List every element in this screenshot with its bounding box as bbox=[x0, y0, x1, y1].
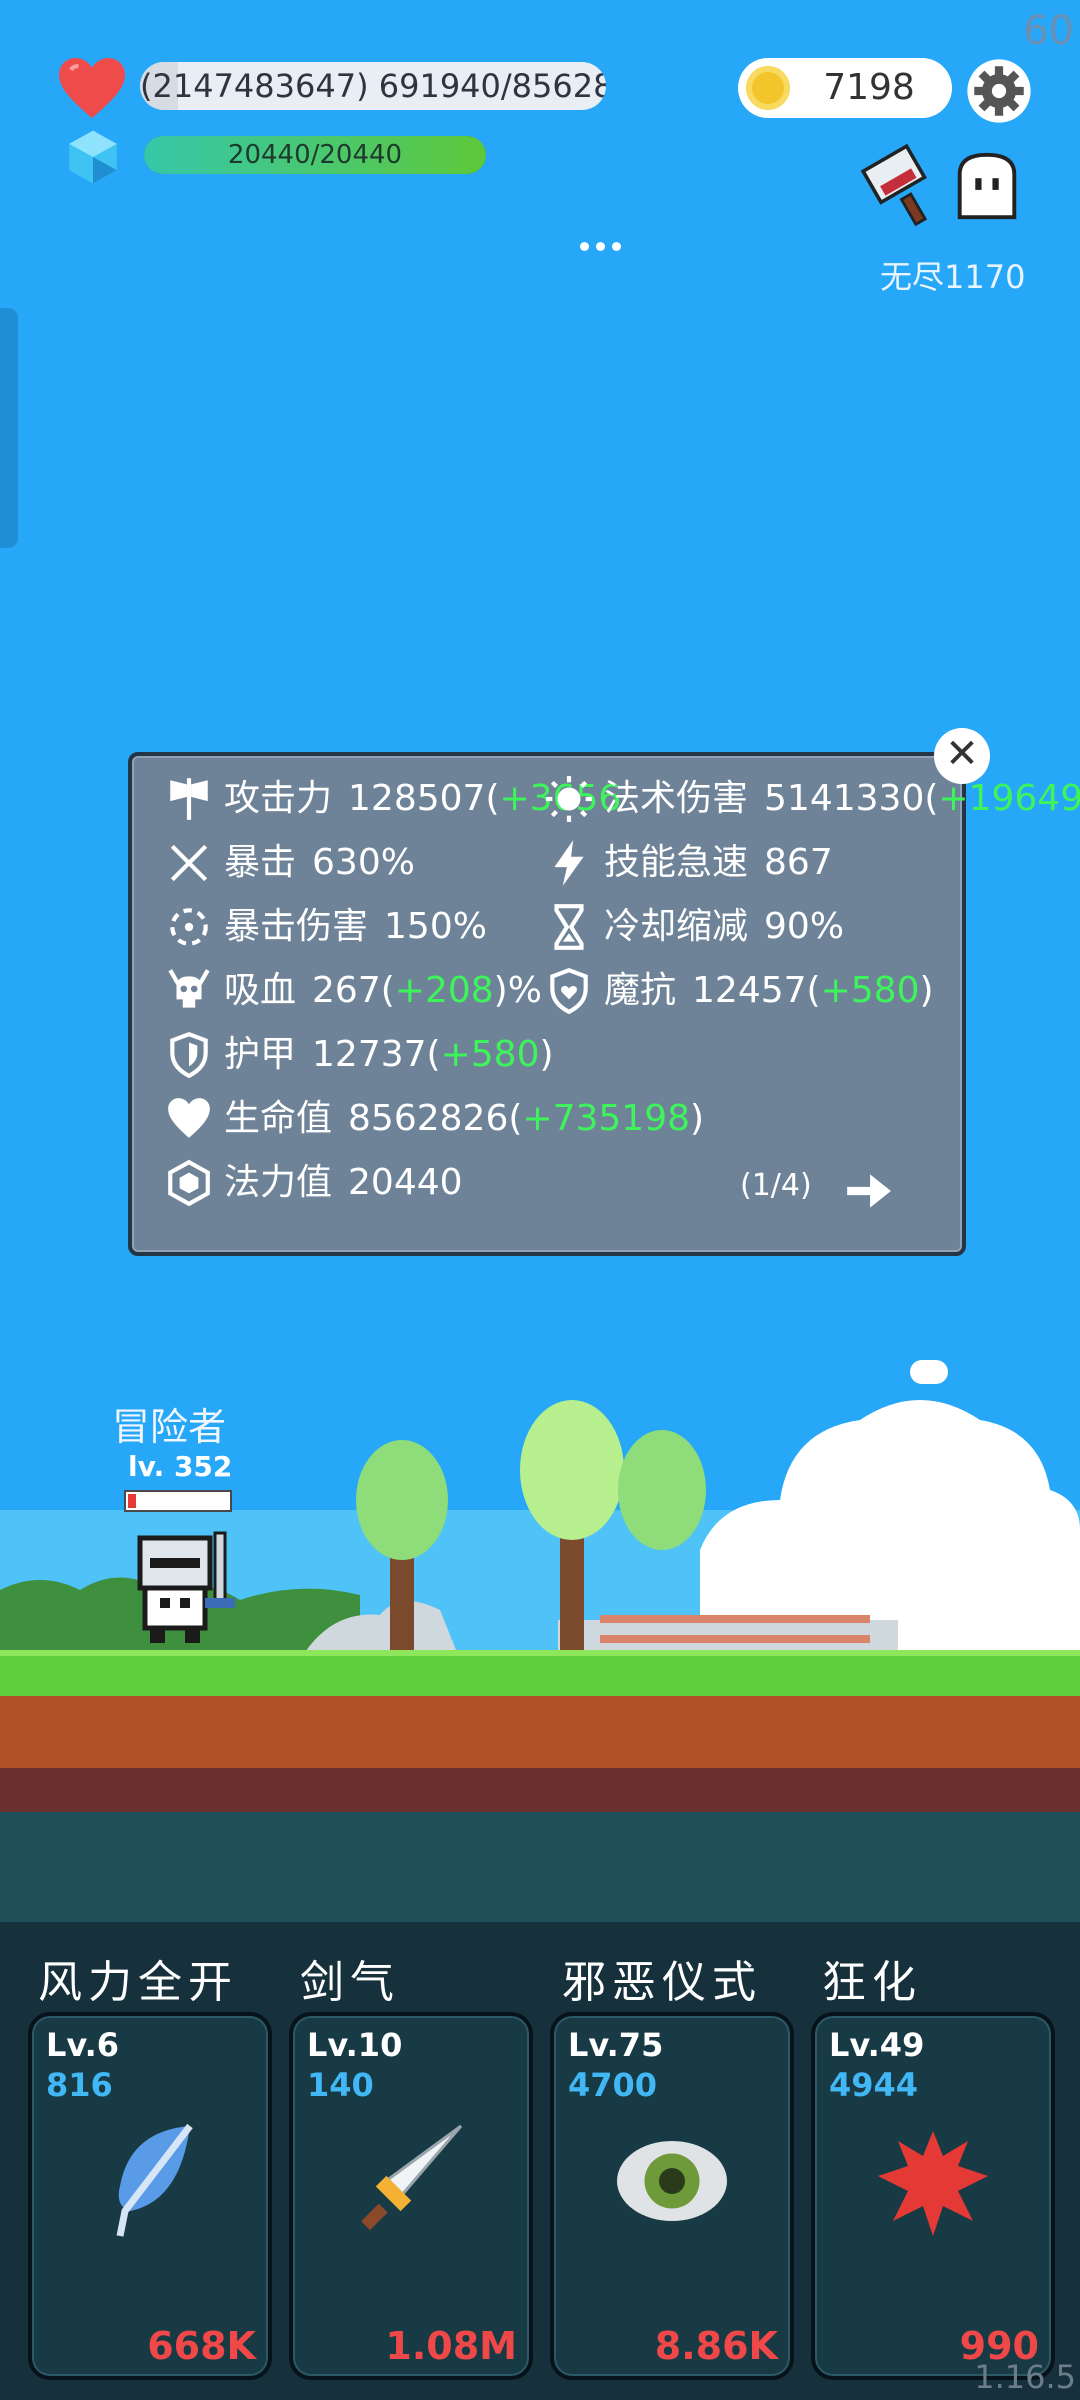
player-mp-bar: 20440/20440 bbox=[144, 136, 486, 174]
hero-hp-fill bbox=[128, 1494, 137, 1508]
skill-cost: 140 bbox=[307, 2066, 374, 2104]
stat-armor: 护甲 12737(+580) bbox=[162, 1030, 554, 1080]
gold-amount: 7198 bbox=[823, 67, 915, 108]
skill-cost: 816 bbox=[46, 2066, 113, 2104]
stat-health: 生命值 8562826(+735198) bbox=[162, 1094, 704, 1144]
water-strip bbox=[0, 1812, 1080, 1922]
cleaver-icon[interactable] bbox=[858, 142, 944, 228]
shield-icon bbox=[170, 1031, 208, 1079]
target-ring-icon bbox=[170, 908, 208, 946]
sword-icon bbox=[361, 2124, 463, 2231]
sun-icon bbox=[546, 776, 592, 822]
stat-mana: 法力值 20440 bbox=[162, 1158, 463, 1208]
lightning-icon bbox=[554, 840, 584, 886]
blood-splat-icon bbox=[878, 2131, 988, 2236]
stat-crit-damage: 暴击伤害 150% bbox=[162, 902, 487, 952]
gold-coin-icon bbox=[746, 66, 790, 110]
ground-deep-soil bbox=[0, 1768, 1080, 1812]
ground-grass bbox=[0, 1650, 1080, 1702]
skill-damage: 8.86K bbox=[654, 2324, 778, 2368]
skill-level: Lv.6 bbox=[46, 2026, 120, 2064]
skill-cost: 4944 bbox=[829, 2066, 919, 2104]
horned-skull-icon bbox=[168, 969, 210, 1008]
gold-counter: 7198 bbox=[738, 58, 952, 118]
axe-icon bbox=[170, 778, 208, 820]
ground-dirt bbox=[0, 1696, 1080, 1768]
close-button[interactable]: ✕ bbox=[934, 728, 990, 784]
skill-card-berserk[interactable]: Lv.49 4944 990 bbox=[811, 2012, 1055, 2380]
skill-damage: 1.08M bbox=[385, 2324, 517, 2368]
skill-card-sword-qi[interactable]: Lv.10 140 1.08M bbox=[289, 2012, 533, 2380]
stat-spell-damage: 法术伤害 5141330(+19649 bbox=[542, 774, 1080, 824]
hero-name: 冒险者 bbox=[112, 1405, 227, 1449]
skill-card-wind[interactable]: Lv.6 816 668K bbox=[28, 2012, 272, 2380]
stat-ability-haste: 技能急速 867 bbox=[542, 838, 833, 888]
skill-card-evil-ritual[interactable]: Lv.75 4700 8.86K bbox=[550, 2012, 794, 2380]
settings-gear-icon[interactable] bbox=[966, 58, 1032, 124]
skill-title-3: 邪恶仪式 bbox=[562, 1957, 762, 2008]
skill-cost: 4700 bbox=[568, 2066, 658, 2104]
skill-title-4: 狂化 bbox=[822, 1957, 922, 2008]
skill-damage: 668K bbox=[147, 2324, 256, 2368]
player-hp-text: (2147483647) 691940/8562826 bbox=[140, 67, 606, 105]
stat-lifesteal: 吸血 267(+208)% bbox=[162, 966, 542, 1016]
endless-stage-label: 无尽1170 bbox=[880, 258, 1026, 296]
ghost-icon[interactable] bbox=[948, 146, 1026, 226]
version-label: 1.16.5 bbox=[974, 2358, 1076, 2396]
knight-hero-sprite[interactable] bbox=[130, 1528, 240, 1648]
next-page-arrow-icon[interactable] bbox=[840, 1166, 896, 1216]
hero-level: lv. 352 bbox=[128, 1450, 233, 1483]
more-options-dots[interactable] bbox=[580, 236, 632, 252]
hero-hp-bar bbox=[124, 1490, 232, 1512]
stat-cooldown-reduction: 冷却缩减 90% bbox=[542, 902, 844, 952]
stat-crit: 暴击 630% bbox=[162, 838, 415, 888]
heart-icon bbox=[59, 58, 125, 118]
player-hp-bar: (2147483647) 691940/8562826 bbox=[140, 62, 606, 110]
heart-shield-icon bbox=[550, 967, 588, 1015]
stat-magic-resist: 魔抗 12457(+580) bbox=[542, 966, 934, 1016]
stats-page-indicator: (1/4) bbox=[740, 1168, 812, 1203]
skill-level: Lv.10 bbox=[307, 2026, 403, 2064]
heart-outline-icon bbox=[168, 1098, 210, 1138]
skill-title-1: 风力全开 bbox=[38, 1957, 238, 2008]
hourglass-icon bbox=[554, 904, 584, 950]
skill-title-2: 剑气 bbox=[300, 1957, 400, 2008]
eye-icon bbox=[617, 2141, 727, 2221]
player-mp-text: 20440/20440 bbox=[227, 140, 403, 170]
fps-counter: 60 bbox=[1023, 8, 1074, 54]
side-drawer-tab[interactable] bbox=[0, 308, 18, 548]
skill-level: Lv.49 bbox=[829, 2026, 925, 2064]
crossed-swords-icon bbox=[170, 844, 208, 882]
mana-crystal-icon bbox=[69, 130, 117, 184]
skill-level: Lv.75 bbox=[568, 2026, 664, 2064]
hex-crystal-icon bbox=[168, 1159, 210, 1207]
feather-icon bbox=[116, 2123, 193, 2237]
